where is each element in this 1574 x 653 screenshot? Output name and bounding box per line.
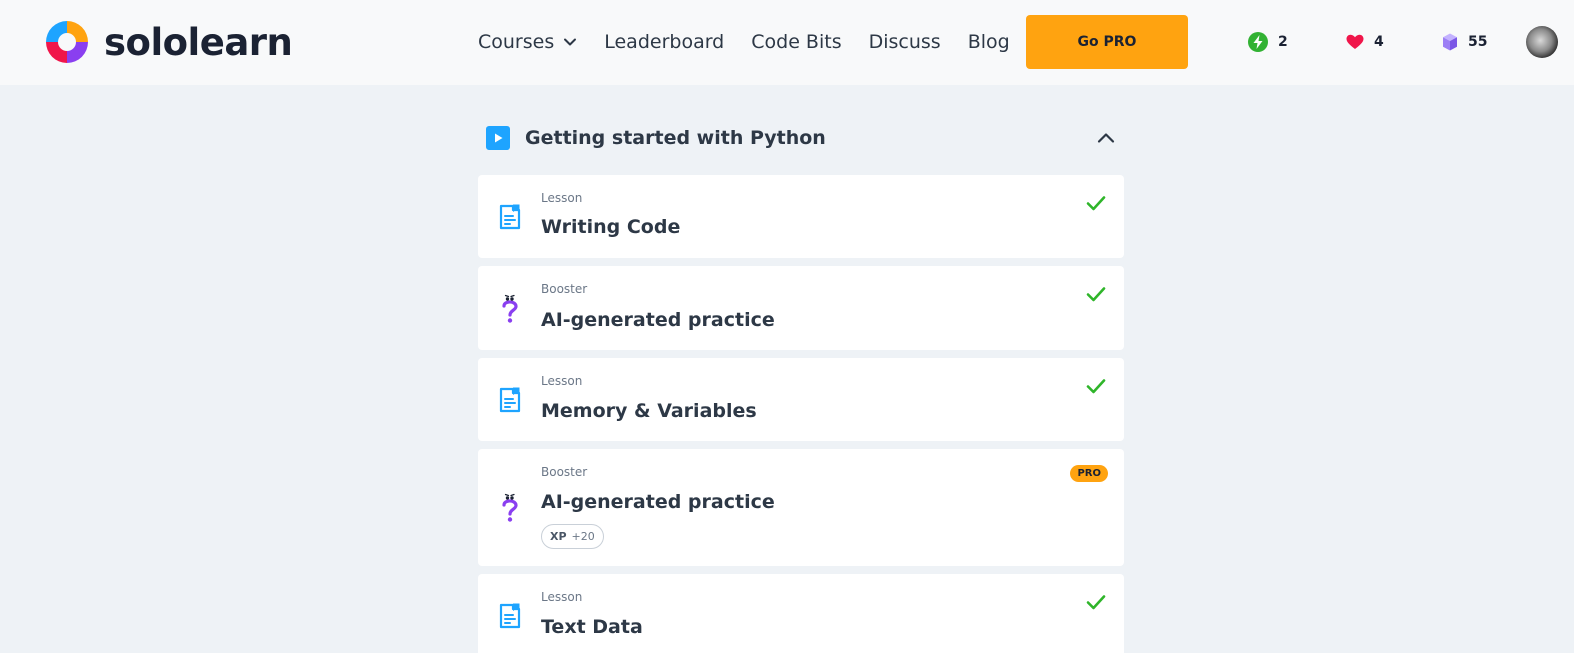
nav-courses[interactable]: Courses: [478, 31, 577, 53]
brand-name: sololearn: [104, 20, 293, 64]
nav-leaderboard[interactable]: Leaderboard: [604, 31, 724, 53]
card-title: AI-generated practice: [541, 309, 775, 331]
module-title: Getting started with Python: [525, 127, 826, 149]
lesson-document-icon: [499, 603, 521, 629]
card-type: Lesson: [541, 191, 583, 205]
xp-reward-pill: XP +20: [541, 524, 604, 549]
chevron-down-icon: [564, 38, 577, 46]
pro-badge: PRO: [1070, 465, 1108, 482]
nav-blog[interactable]: Blog: [968, 31, 1010, 53]
checkmark-icon: [1086, 196, 1106, 211]
nav-courses-label: Courses: [478, 31, 555, 53]
card-title: AI-generated practice: [541, 491, 775, 513]
lesson-document-icon: [499, 387, 521, 413]
sololearn-logo-icon: [46, 21, 88, 63]
card-title: Text Data: [541, 616, 643, 638]
logo[interactable]: sololearn: [42, 16, 293, 68]
streak-count: 2: [1278, 34, 1288, 50]
checkmark-icon: [1086, 379, 1106, 394]
xp-value: +20: [571, 530, 595, 543]
bits-count: 55: [1468, 34, 1488, 50]
card-title: Memory & Variables: [541, 400, 757, 422]
card-title: Writing Code: [541, 216, 681, 238]
lesson-card-memory-variables[interactable]: Lesson Memory & Variables: [478, 358, 1124, 441]
avatar[interactable]: [1526, 26, 1558, 58]
booster-card-ai-practice-pro[interactable]: Booster AI-generated practice PRO XP +20: [478, 449, 1124, 566]
card-type: Booster: [541, 465, 588, 479]
lesson-card-writing-code[interactable]: Lesson Writing Code: [478, 175, 1124, 258]
checkmark-icon: [1086, 595, 1106, 610]
chevron-up-icon[interactable]: [1096, 128, 1116, 148]
card-type: Lesson: [541, 590, 583, 604]
hearts-counter[interactable]: 4: [1345, 31, 1384, 53]
cube-icon: [1443, 33, 1457, 51]
streak-counter[interactable]: 2: [1247, 31, 1288, 53]
main-nav: Courses Leaderboard Code Bits Discuss Bl…: [478, 28, 1037, 56]
lesson-card-text-data[interactable]: Lesson Text Data: [478, 574, 1124, 653]
go-pro-button[interactable]: Go PRO: [1026, 15, 1188, 69]
module-header[interactable]: Getting started with Python: [486, 126, 1116, 150]
top-header: sololearn Courses Leaderboard Code Bits …: [0, 0, 1574, 85]
question-mascot-icon: [502, 493, 518, 522]
lightning-icon: [1248, 32, 1268, 52]
card-type: Lesson: [541, 374, 583, 388]
hearts-count: 4: [1374, 34, 1384, 50]
booster-card-ai-practice[interactable]: Booster AI-generated practice: [478, 266, 1124, 350]
lesson-document-icon: [499, 204, 521, 230]
nav-code-bits[interactable]: Code Bits: [751, 31, 841, 53]
question-mascot-icon: [502, 294, 518, 323]
bits-counter[interactable]: 55: [1441, 31, 1487, 53]
checkmark-icon: [1086, 287, 1106, 302]
play-icon: [486, 126, 510, 150]
card-type: Booster: [541, 282, 588, 296]
nav-discuss[interactable]: Discuss: [869, 31, 941, 53]
heart-icon: [1346, 34, 1364, 49]
xp-label: XP: [550, 530, 567, 543]
